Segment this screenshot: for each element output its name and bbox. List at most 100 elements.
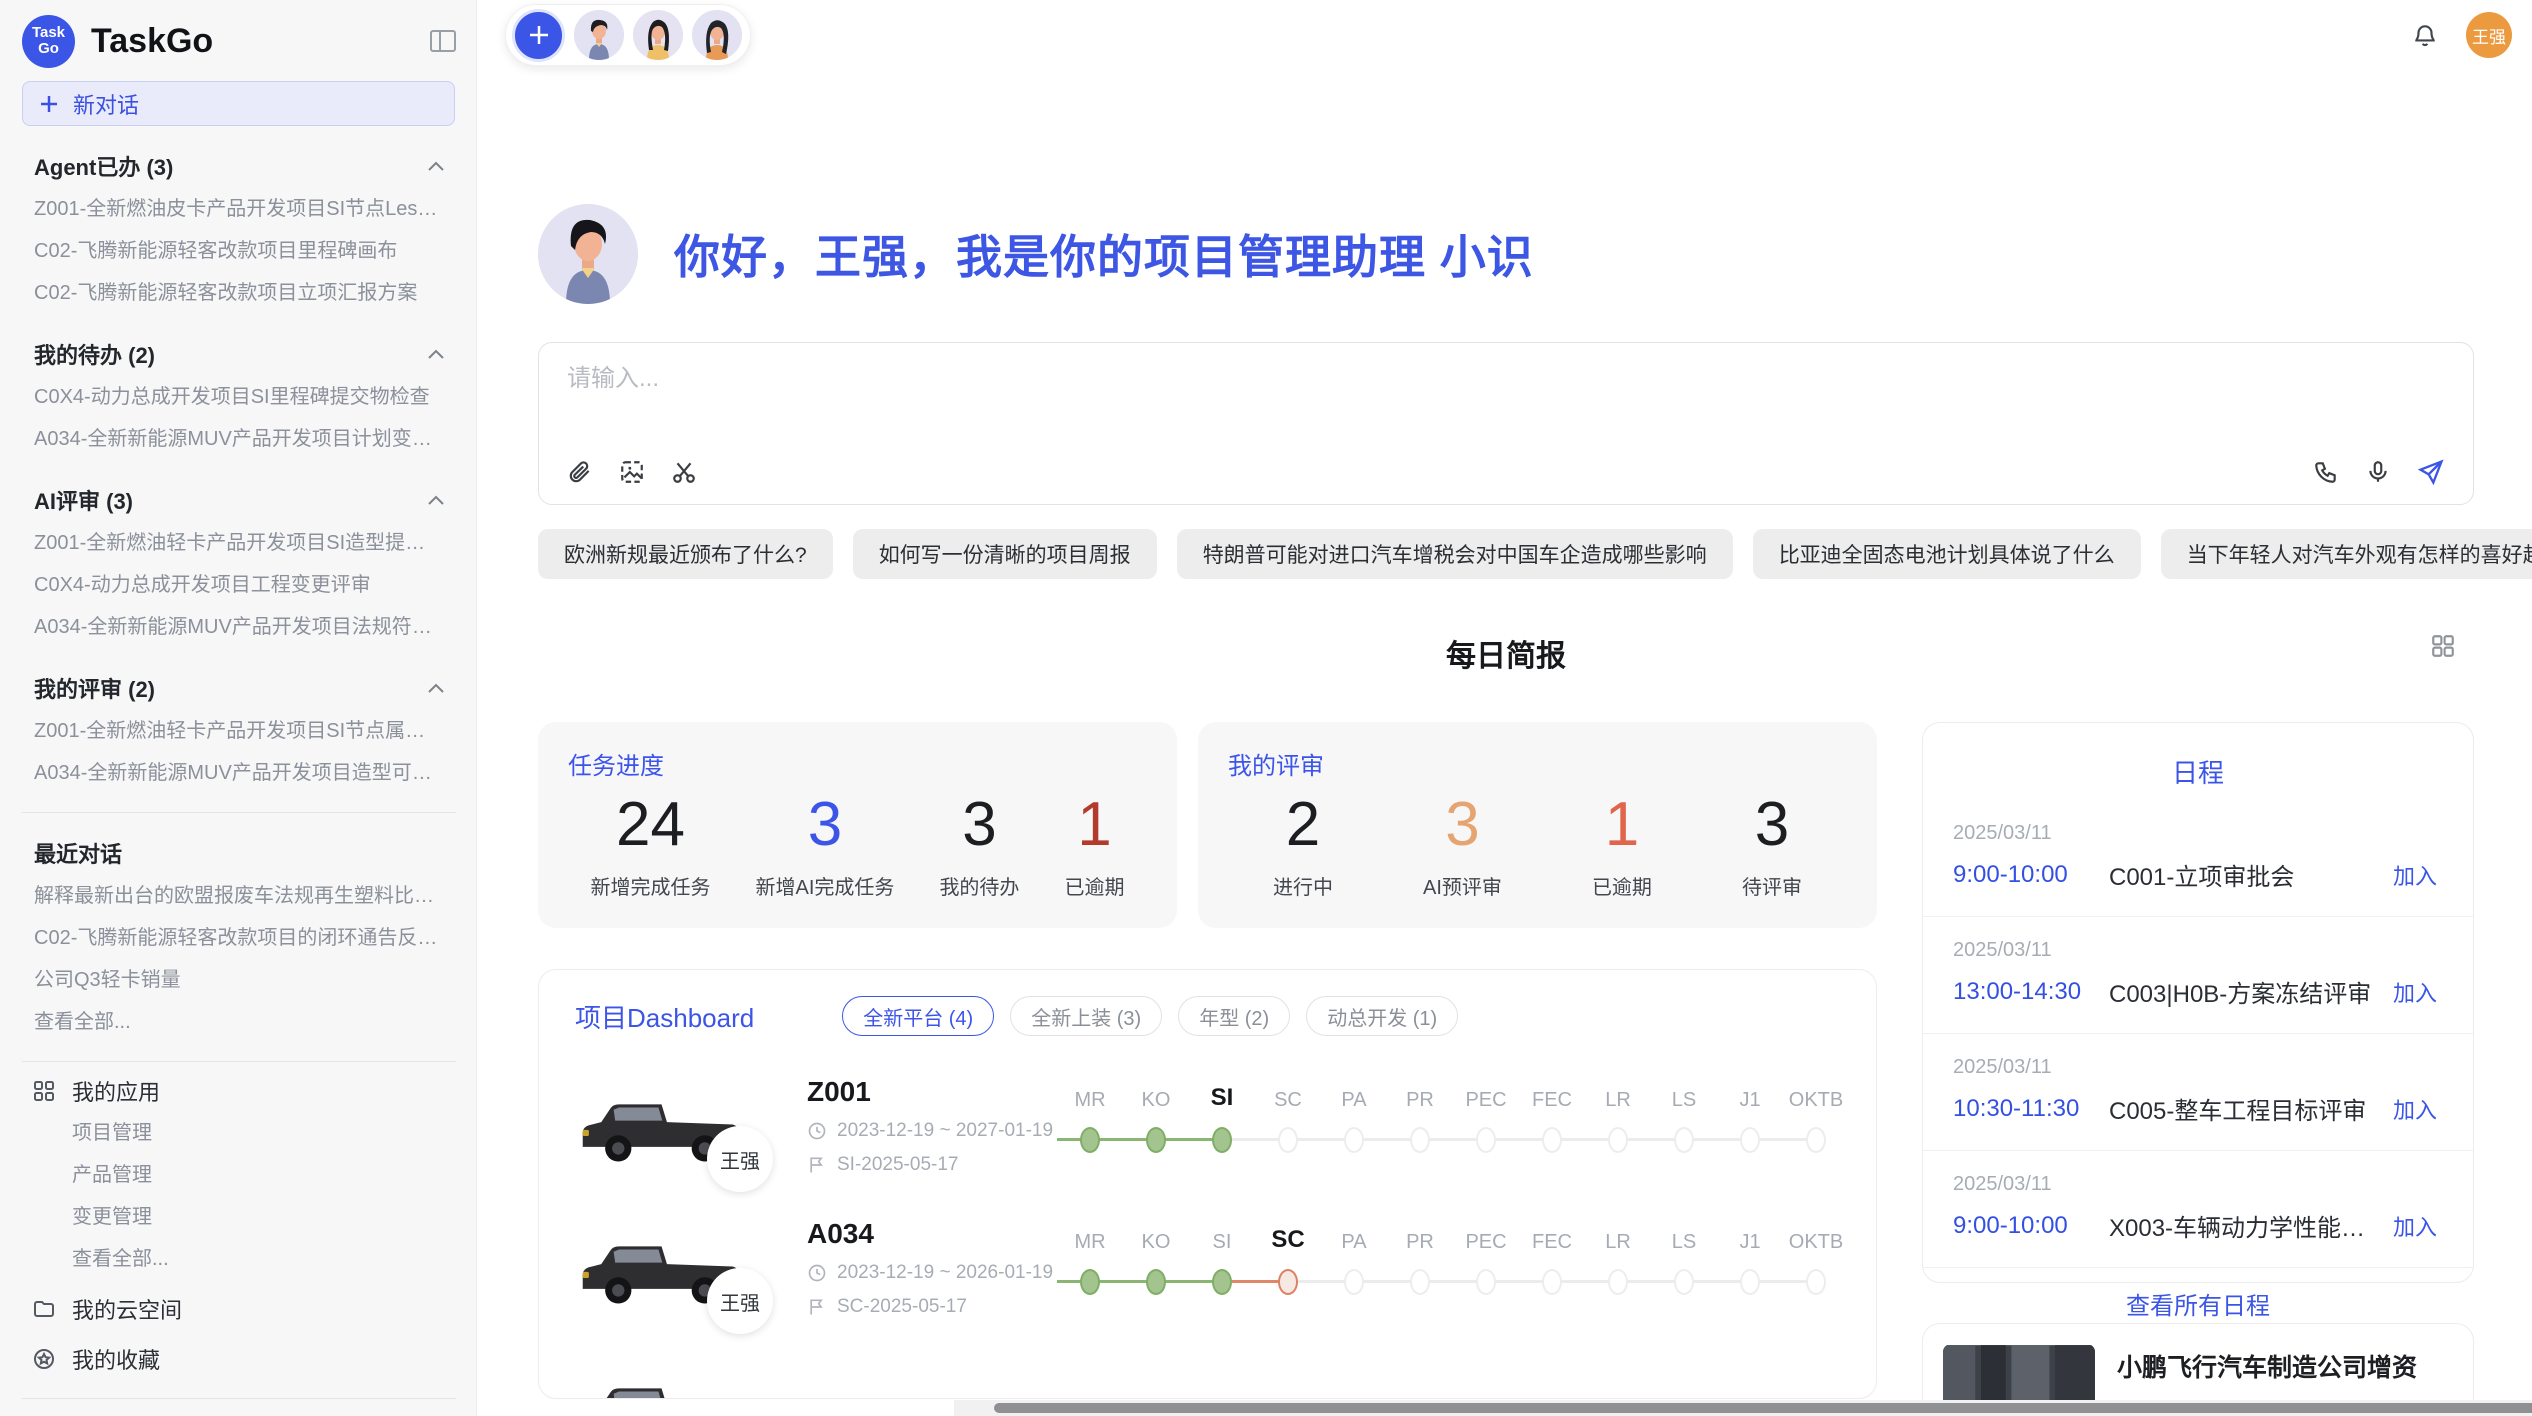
input-toolbar (567, 458, 2445, 486)
suggestion-chips: 欧洲新规最近颁布了什么? 如何写一份清晰的项目周报 特朗普可能对进口汽车增税会对… (538, 529, 2474, 579)
sidebar-item-my-apps[interactable]: 我的应用 (22, 1070, 456, 1112)
quick-access-pill (505, 4, 751, 66)
recent-chat-item[interactable]: 公司Q3轻卡销量 (22, 959, 456, 1001)
horizontal-scrollbar-thumb[interactable] (994, 1403, 2532, 1413)
metric-value: 3 (1423, 789, 1502, 861)
send-icon[interactable] (2417, 458, 2445, 486)
section-agent-done[interactable]: Agent已办 (3) (34, 148, 444, 184)
chat-input[interactable] (567, 365, 2445, 393)
sidebar-item[interactable]: Z001-全新燃油轻卡产品开发项目SI造型提交物评审 (22, 522, 456, 564)
avatar[interactable] (692, 10, 742, 60)
divider (22, 1398, 456, 1399)
project-image (575, 1358, 745, 1399)
sidebar-collapse-icon[interactable] (430, 29, 456, 53)
suggestion-chip[interactable]: 欧洲新规最近颁布了什么? (538, 529, 833, 579)
project-image: 王强 (575, 1216, 745, 1320)
join-link[interactable]: 加入 (2393, 859, 2437, 891)
sidebar-item[interactable]: C0X4-动力总成开发项目SI里程碑提交物检查 (22, 376, 456, 418)
sidebar-item-cloud-space[interactable]: 我的云空间 (22, 1288, 456, 1330)
sidebar-item-favorites[interactable]: 我的收藏 (22, 1338, 456, 1380)
metric-label: 新增AI完成任务 (756, 871, 895, 900)
schedule-name: C003|H0B-方案冻结评审 (2109, 974, 2379, 1009)
attachment-icon[interactable] (567, 459, 593, 485)
schedule-date: 2025/03/11 (1953, 822, 2437, 845)
suggestion-chip[interactable]: 特朗普可能对进口汽车增税会对中国车企造成哪些影响 (1177, 529, 1733, 579)
layout-grid-icon[interactable] (2430, 633, 2456, 659)
schedule-date: 2025/03/11 (1953, 1173, 2437, 1196)
add-member-button[interactable] (512, 9, 565, 62)
tab-model-year[interactable]: 年型 (2) (1178, 996, 1290, 1036)
dashboard-title: 项目Dashboard (575, 998, 754, 1035)
grid-icon (32, 1079, 56, 1103)
section-my-review[interactable]: 我的评审 (2) (34, 670, 444, 706)
notification-bell-icon[interactable] (2412, 22, 2438, 48)
metric-label: 我的待办 (939, 871, 1019, 900)
milestone-track (1057, 1120, 1849, 1160)
sidebar-item[interactable]: C0X4-动力总成开发项目工程变更评审 (22, 564, 456, 606)
avatar[interactable] (574, 10, 624, 60)
sidebar-item[interactable]: A034-全新新能源MUV产品开发项目造型可行性评审 (22, 752, 456, 794)
project-row[interactable]: 王强 Z001 2023-12-19 ~ 2027-01-19 (575, 1074, 1840, 1178)
join-link[interactable]: 加入 (2393, 1093, 2437, 1125)
schedule-view-all-link[interactable]: 查看所有日程 (1923, 1286, 2473, 1321)
project-dashboard-card: 项目Dashboard 全新平台 (4) 全新上装 (3) 年型 (2) 动总开… (538, 969, 1877, 1399)
section-ai-review[interactable]: AI评审 (3) (34, 482, 444, 518)
apps-view-all-link[interactable]: 查看全部... (22, 1238, 456, 1280)
flag-icon (807, 1155, 827, 1175)
sidebar-item-ai-employee[interactable]: AI超级员工 (22, 1407, 456, 1416)
user-avatar[interactable]: 王强 (2466, 12, 2512, 58)
join-link[interactable]: 加入 (2393, 976, 2437, 1008)
horizontal-scrollbar-track[interactable] (954, 1400, 2532, 1416)
tab-new-platform[interactable]: 全新平台 (4) (842, 996, 994, 1036)
stat-card-title: 我的评审 (1228, 746, 1847, 781)
sidebar-item[interactable]: C02-飞腾新能源轻客改款项目立项汇报方案 (22, 272, 456, 314)
suggestion-chip[interactable]: 比亚迪全固态电池计划具体说了什么 (1753, 529, 2141, 579)
section-label: Agent已办 (3) (34, 150, 173, 182)
sidebar-item[interactable]: C02-飞腾新能源轻客改款项目里程碑画布 (22, 230, 456, 272)
schedule-time: 9:00-10:00 (1953, 861, 2109, 889)
sidebar-item[interactable]: A034-全新新能源MUV产品开发项目计划变更表编写 (22, 418, 456, 460)
project-row[interactable]: 王强 A034 2023-12-19 ~ 2026-01-19 (575, 1216, 1840, 1320)
sidebar-lists: Agent已办 (3) Z001-全新燃油皮卡产品开发项目SI节点Lesson … (22, 148, 456, 1416)
recent-chat-item[interactable]: 解释最新出台的欧盟报废车法规再生塑料比例被调至15%... (22, 875, 456, 917)
topbar-right: 王强 (2412, 12, 2512, 58)
phone-call-icon[interactable] (2313, 459, 2339, 485)
microphone-icon[interactable] (2365, 459, 2391, 485)
suggestion-chip[interactable]: 当下年轻人对汽车外观有怎样的喜好趋势 (2161, 529, 2532, 579)
metric: 3 我的待办 (939, 789, 1019, 900)
metric-value: 24 (591, 789, 711, 861)
sidebar-item[interactable]: Z001-全新燃油皮卡产品开发项目SI节点Lesson Learn报告 (22, 188, 456, 230)
app-item-project-mgmt[interactable]: 项目管理 (22, 1112, 456, 1154)
tab-powertrain[interactable]: 动总开发 (1) (1306, 996, 1458, 1036)
project-info: Z001 2023-12-19 ~ 2027-01-19 SI-2025-05-… (807, 1076, 1057, 1176)
metric-label: 待评审 (1742, 871, 1802, 900)
chevron-up-icon (428, 495, 444, 505)
app-item-change-mgmt[interactable]: 变更管理 (22, 1196, 456, 1238)
recent-view-all-link[interactable]: 查看全部... (22, 1001, 456, 1043)
app-logo: Task Go (22, 15, 75, 68)
join-link[interactable]: 加入 (2393, 1210, 2437, 1242)
project-image: 王强 (575, 1074, 745, 1178)
schedule-name: C005-整车工程目标评审 (2109, 1091, 2379, 1126)
sidebar-item[interactable]: Z001-全新燃油轻卡产品开发项目SI节点属性5D文件评审 (22, 710, 456, 752)
suggestion-chip[interactable]: 如何写一份清晰的项目周报 (853, 529, 1157, 579)
sidebar-item[interactable]: A034-全新新能源MUV产品开发项目法规符合性评审 (22, 606, 456, 648)
section-label: 最近对话 (34, 837, 122, 869)
project-row[interactable] (575, 1358, 1840, 1399)
chat-input-card[interactable] (538, 342, 2474, 505)
section-my-todo[interactable]: 我的待办 (2) (34, 336, 444, 372)
metrics: 2 进行中 3 AI预评审 1 已逾期 (1228, 789, 1847, 900)
image-upload-icon[interactable] (619, 459, 645, 485)
milestone-strip: MRKOSISCPAPRPECFECLRLSJ1OKTB (1057, 1220, 1849, 1316)
app-item-product-mgmt[interactable]: 产品管理 (22, 1154, 456, 1196)
new-chat-label: 新对话 (73, 88, 139, 120)
recent-chat-item[interactable]: C02-飞腾新能源轻客改款项目的闭环通告反馈情况 (22, 917, 456, 959)
metric-label: 新增完成任务 (591, 871, 711, 900)
tab-new-body[interactable]: 全新上装 (3) (1010, 996, 1162, 1036)
new-chat-button[interactable]: 新对话 (22, 81, 455, 126)
folder-icon (32, 1297, 56, 1321)
avatar[interactable] (633, 10, 683, 60)
scissors-icon[interactable] (671, 459, 697, 485)
metrics: 24 新增完成任务 3 新增AI完成任务 3 我的待办 (568, 789, 1147, 900)
schedule-date: 2025/03/11 (1953, 1056, 2437, 1079)
